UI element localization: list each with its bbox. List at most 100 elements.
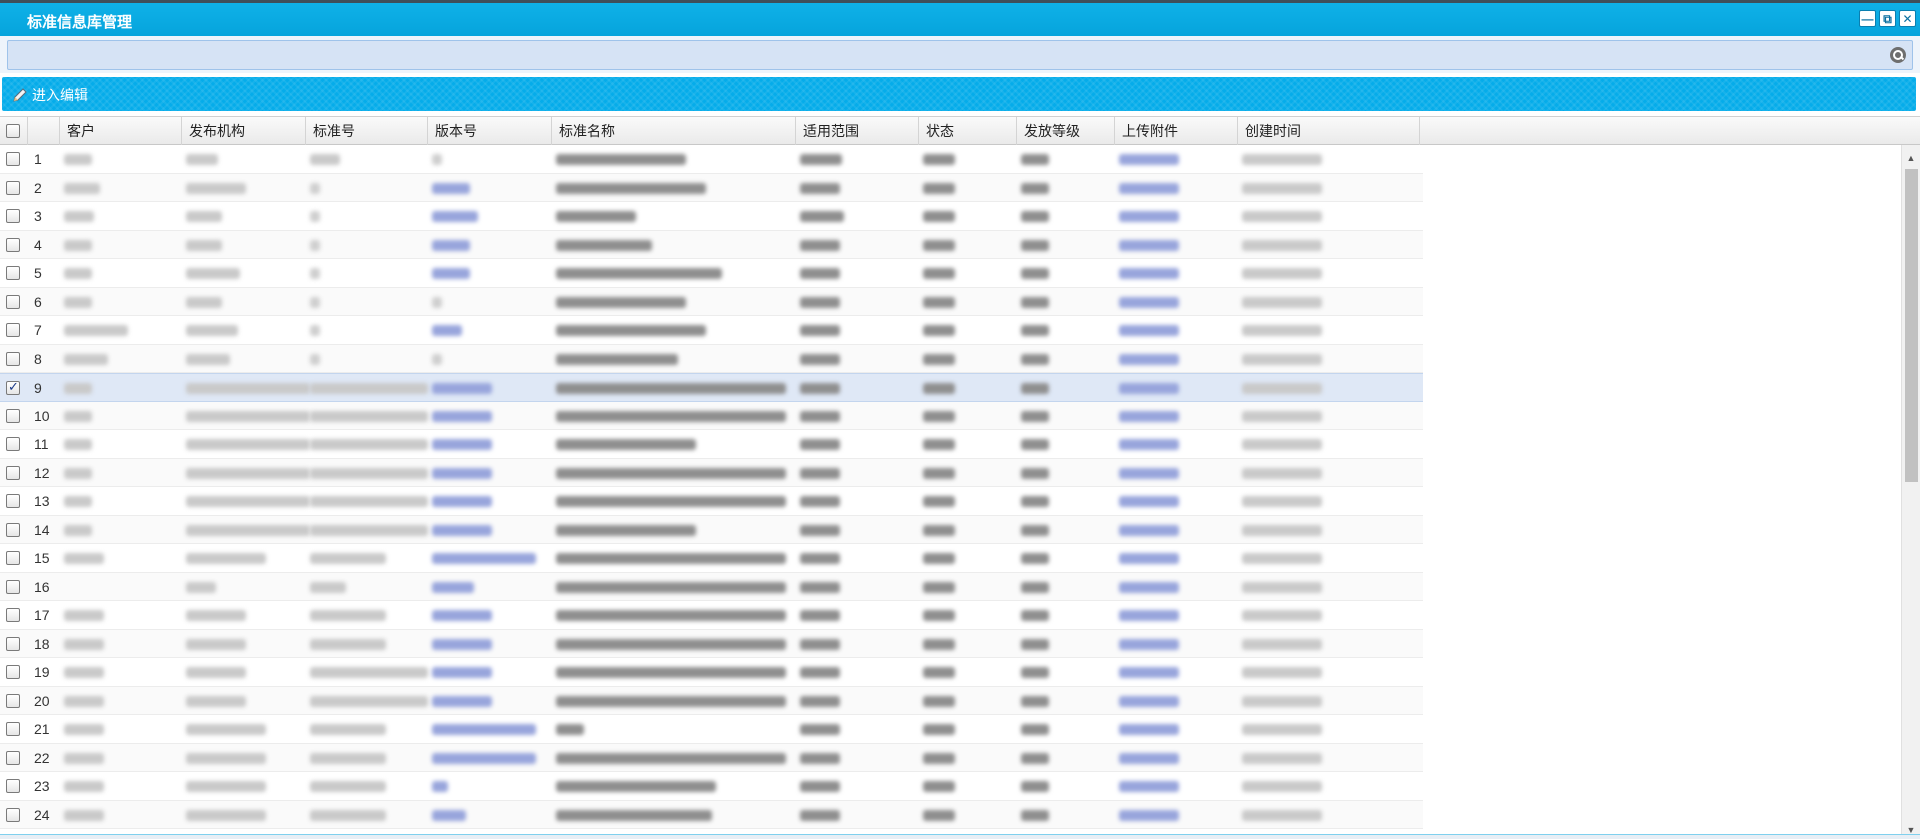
row-checkbox[interactable] (6, 351, 20, 366)
table-row[interactable]: 18 (0, 629, 1423, 658)
table-row[interactable]: 7 (0, 316, 1423, 345)
scroll-up-icon[interactable]: ▲ (1902, 149, 1920, 167)
cell-std-blurred (310, 182, 320, 194)
header-attachment[interactable]: 上传附件 (1115, 117, 1238, 145)
restore-icon[interactable]: ⧉ (1879, 10, 1896, 27)
cell-std-blurred (310, 695, 428, 707)
header-customer[interactable]: 客户 (60, 117, 182, 145)
row-checkbox[interactable] (6, 379, 20, 395)
grid-body: 123456789101112131415161718192021222324 (0, 145, 1423, 839)
cell-cust-blurred (64, 724, 104, 735)
row-checkbox[interactable] (6, 180, 20, 195)
cell-std-blurred (310, 496, 428, 507)
table-row[interactable]: 10 (0, 401, 1423, 430)
cell-level-blurred (1021, 524, 1049, 536)
search-icon[interactable] (1890, 47, 1906, 63)
row-checkbox[interactable] (6, 408, 20, 423)
cell-pub-blurred (186, 325, 238, 336)
row-checkbox[interactable] (6, 237, 20, 252)
cell-std-blurred (310, 667, 428, 678)
vertical-scrollbar[interactable]: ▲ ▼ (1901, 145, 1920, 839)
table-row[interactable]: 23 (0, 772, 1423, 801)
header-checkbox-cell (0, 117, 28, 145)
row-checkbox[interactable] (6, 465, 20, 480)
header-status[interactable]: 状态 (919, 117, 1017, 145)
table-row[interactable]: 24 (0, 800, 1423, 829)
cell-status-blurred (923, 268, 955, 279)
cell-std-blurred (310, 553, 386, 564)
table-row[interactable]: 1 (0, 145, 1423, 174)
cell-cust-blurred (64, 353, 108, 365)
row-checkbox[interactable] (6, 665, 20, 679)
row-checkbox[interactable] (6, 266, 20, 280)
table-row[interactable]: 4 (0, 230, 1423, 259)
cell-att-blurred (1119, 353, 1179, 365)
row-checkbox[interactable] (6, 693, 20, 708)
table-row[interactable]: 14 (0, 515, 1423, 544)
cell-pub-blurred (186, 410, 310, 422)
row-checkbox[interactable] (6, 608, 20, 622)
header-scope[interactable]: 适用范围 (796, 117, 919, 145)
row-checkbox[interactable] (6, 636, 20, 651)
row-checkbox[interactable] (6, 551, 20, 565)
cell-std-blurred (310, 439, 428, 450)
table-row[interactable]: 6 (0, 287, 1423, 316)
header-version[interactable]: 版本号 (428, 117, 552, 145)
cell-name-blurred (556, 296, 686, 308)
cell-name-blurred (556, 353, 678, 365)
row-number: 10 (34, 407, 50, 424)
minimize-icon[interactable]: — (1859, 10, 1876, 27)
row-checkbox[interactable] (6, 437, 20, 451)
row-number: 11 (34, 436, 49, 452)
header-created-time[interactable]: 创建时间 (1238, 117, 1420, 145)
table-row[interactable]: 16 (0, 572, 1423, 601)
table-row[interactable]: 13 (0, 487, 1423, 516)
select-all-checkbox[interactable] (6, 124, 20, 138)
table-row[interactable]: 2 (0, 173, 1423, 202)
row-checkbox[interactable] (6, 294, 20, 309)
cell-time-blurred (1242, 182, 1322, 194)
cell-time-blurred (1242, 524, 1322, 536)
scroll-thumb[interactable] (1905, 169, 1918, 482)
row-checkbox[interactable] (6, 152, 20, 166)
table-row[interactable]: 12 (0, 458, 1423, 487)
table-row[interactable]: 15 (0, 544, 1423, 573)
table-row[interactable]: 5 (0, 259, 1423, 288)
table-row[interactable]: 11 (0, 430, 1423, 459)
cell-ver-blurred (432, 610, 492, 621)
table-row[interactable]: 21 (0, 715, 1423, 744)
table-row[interactable]: 8 (0, 344, 1423, 373)
cell-name-blurred (556, 439, 696, 450)
table-row[interactable]: 19 (0, 658, 1423, 687)
cell-cust-blurred (64, 638, 104, 650)
cell-ver-blurred (432, 383, 492, 394)
row-checkbox[interactable] (6, 494, 20, 508)
table-row[interactable]: 17 (0, 601, 1423, 630)
cell-cust-blurred (64, 781, 104, 792)
header-standard-no[interactable]: 标准号 (306, 117, 428, 145)
close-icon[interactable]: ✕ (1899, 10, 1916, 27)
cell-pub-blurred (186, 724, 266, 735)
row-checkbox[interactable] (6, 807, 20, 822)
header-publisher[interactable]: 发布机构 (182, 117, 306, 145)
table-row[interactable]: 20 (0, 686, 1423, 715)
row-checkbox[interactable] (6, 209, 20, 223)
row-checkbox[interactable] (6, 579, 20, 594)
header-standard-name[interactable]: 标准名称 (552, 117, 796, 145)
cell-level-blurred (1021, 638, 1049, 650)
cell-level-blurred (1021, 496, 1049, 507)
cell-att-blurred (1119, 211, 1179, 222)
row-checkbox[interactable] (6, 323, 20, 337)
cell-cust-blurred (64, 667, 104, 678)
row-checkbox[interactable] (6, 779, 20, 793)
row-checkbox[interactable] (6, 750, 20, 765)
enter-edit-button[interactable]: 进入编辑 (12, 85, 88, 105)
table-row[interactable]: 22 (0, 743, 1423, 772)
header-release-level[interactable]: 发放等级 (1017, 117, 1115, 145)
table-row[interactable]: 3 (0, 202, 1423, 231)
table-row[interactable]: 9 (0, 373, 1423, 402)
row-checkbox[interactable] (6, 722, 20, 736)
cell-std-blurred (310, 638, 386, 650)
search-input[interactable] (8, 41, 1912, 69)
row-checkbox[interactable] (6, 522, 20, 537)
